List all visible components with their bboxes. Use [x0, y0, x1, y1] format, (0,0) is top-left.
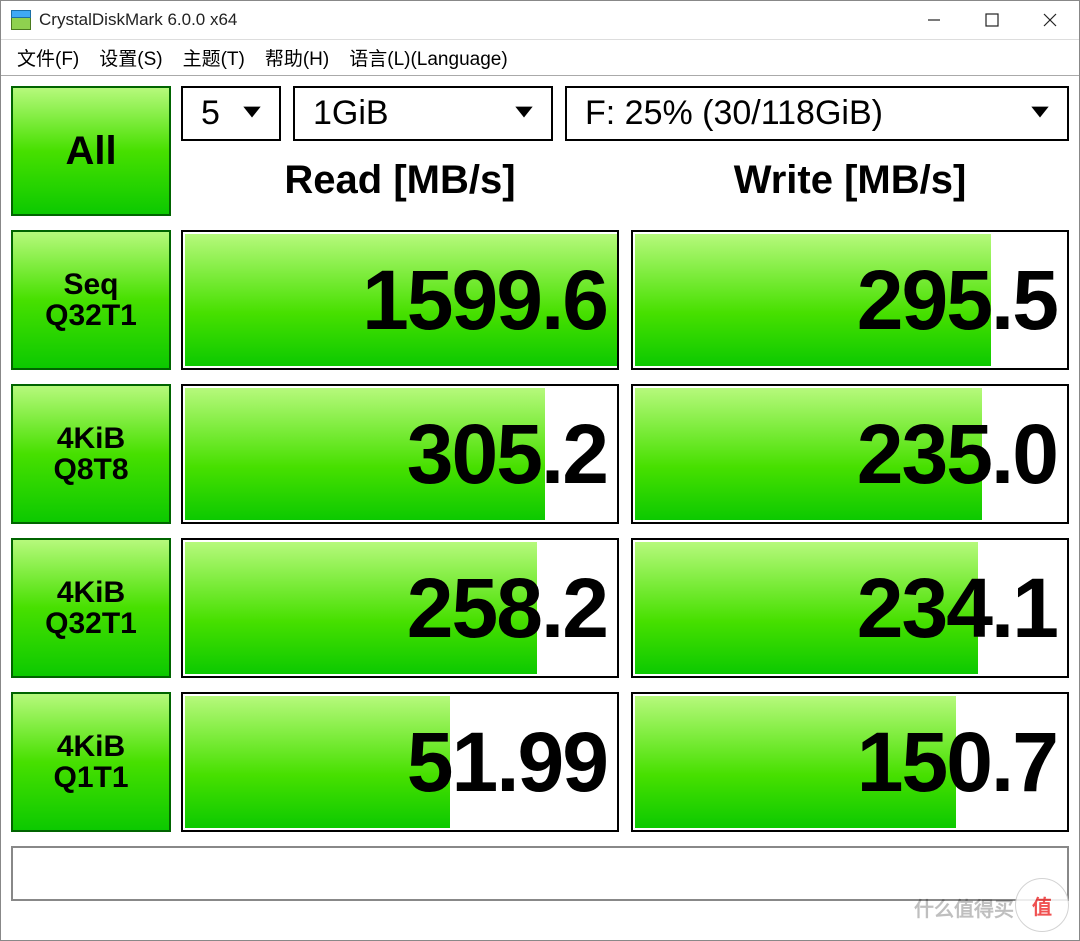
write-value: 234.1: [857, 560, 1057, 657]
test-label-line2: Q32T1: [45, 300, 137, 332]
header-row: Read [MB/s] Write [MB/s]: [181, 149, 1069, 211]
write-result-cell: 235.0: [631, 384, 1069, 524]
drive-select[interactable]: F: 25% (30/118GiB): [565, 86, 1069, 141]
drive-value: F: 25% (30/118GiB): [585, 94, 883, 133]
read-result-cell: 305.2: [181, 384, 619, 524]
write-result-cell: 295.5: [631, 230, 1069, 370]
chevron-down-icon: [1027, 94, 1053, 133]
menu-help[interactable]: 帮助(H): [255, 40, 339, 75]
chevron-down-icon: [511, 94, 537, 133]
maximize-icon: [985, 13, 999, 27]
watermark-text: 什么值得买: [914, 893, 1014, 922]
write-result-cell: 150.7: [631, 692, 1069, 832]
test-label-line2: Q8T8: [53, 454, 128, 486]
test-run-button[interactable]: 4KiBQ8T8: [11, 384, 171, 524]
content-area: All 5 1GiB F: 25% (30/118GiB): [1, 76, 1079, 940]
header-read: Read [MB/s]: [181, 158, 619, 203]
read-result-cell: 258.2: [181, 538, 619, 678]
close-icon: [1043, 13, 1057, 27]
maximize-button[interactable]: [963, 1, 1021, 39]
result-cells: 258.2 234.1: [181, 538, 1069, 678]
test-run-button[interactable]: 4KiBQ32T1: [11, 538, 171, 678]
test-label-line1: Seq: [63, 269, 118, 301]
test-label-line1: 4KiB: [57, 423, 125, 455]
read-value: 51.99: [407, 714, 607, 811]
result-cells: 1599.6 295.5: [181, 230, 1069, 370]
test-label-line1: 4KiB: [57, 577, 125, 609]
loop-count-value: 5: [201, 94, 220, 133]
window-title: CrystalDiskMark 6.0.0 x64: [39, 10, 237, 30]
menu-theme[interactable]: 主题(T): [173, 40, 255, 75]
test-size-value: 1GiB: [313, 94, 389, 133]
read-value: 305.2: [407, 406, 607, 503]
read-result-cell: 51.99: [181, 692, 619, 832]
write-result-cell: 234.1: [631, 538, 1069, 678]
read-value: 258.2: [407, 560, 607, 657]
menu-settings[interactable]: 设置(S): [89, 40, 172, 75]
read-result-cell: 1599.6: [181, 230, 619, 370]
test-run-button[interactable]: SeqQ32T1: [11, 230, 171, 370]
test-run-button[interactable]: 4KiBQ1T1: [11, 692, 171, 832]
result-cells: 305.2 235.0: [181, 384, 1069, 524]
run-all-button[interactable]: All: [11, 86, 171, 216]
menu-file[interactable]: 文件(F): [7, 40, 89, 75]
test-row: 4KiBQ1T1 51.99 150.7: [11, 692, 1069, 832]
top-right-panel: 5 1GiB F: 25% (30/118GiB) Read [MB/s] Wr…: [181, 86, 1069, 216]
status-bar: [11, 846, 1069, 901]
test-row: 4KiBQ32T1 258.2 234.1: [11, 538, 1069, 678]
test-label-line1: 4KiB: [57, 731, 125, 763]
write-value: 150.7: [857, 714, 1057, 811]
result-cells: 51.99 150.7: [181, 692, 1069, 832]
read-value: 1599.6: [362, 252, 607, 349]
minimize-button[interactable]: [905, 1, 963, 39]
menu-bar: 文件(F) 设置(S) 主题(T) 帮助(H) 语言(L)(Language): [1, 40, 1079, 76]
close-button[interactable]: [1021, 1, 1079, 39]
watermark-badge: 值: [1015, 878, 1069, 932]
chevron-down-icon: [239, 94, 265, 133]
write-value: 295.5: [857, 252, 1057, 349]
title-bar: CrystalDiskMark 6.0.0 x64: [1, 1, 1079, 40]
top-row: All 5 1GiB F: 25% (30/118GiB): [11, 86, 1069, 216]
loop-count-select[interactable]: 5: [181, 86, 281, 141]
test-label-line2: Q32T1: [45, 608, 137, 640]
header-write: Write [MB/s]: [631, 158, 1069, 203]
minimize-icon: [927, 13, 941, 27]
write-value: 235.0: [857, 406, 1057, 503]
test-size-select[interactable]: 1GiB: [293, 86, 553, 141]
window-controls: [905, 1, 1079, 39]
tests-container: SeqQ32T11599.6295.54KiBQ8T8305.2235.04Ki…: [11, 216, 1069, 832]
menu-language[interactable]: 语言(L)(Language): [339, 40, 517, 75]
test-row: 4KiBQ8T8 305.2 235.0: [11, 384, 1069, 524]
app-window: CrystalDiskMark 6.0.0 x64 文件(F) 设置(S) 主题…: [0, 0, 1080, 941]
selectors-row: 5 1GiB F: 25% (30/118GiB): [181, 86, 1069, 141]
test-row: SeqQ32T1 1599.6 295.5: [11, 230, 1069, 370]
test-label-line2: Q1T1: [53, 762, 128, 794]
app-icon: [11, 10, 31, 30]
